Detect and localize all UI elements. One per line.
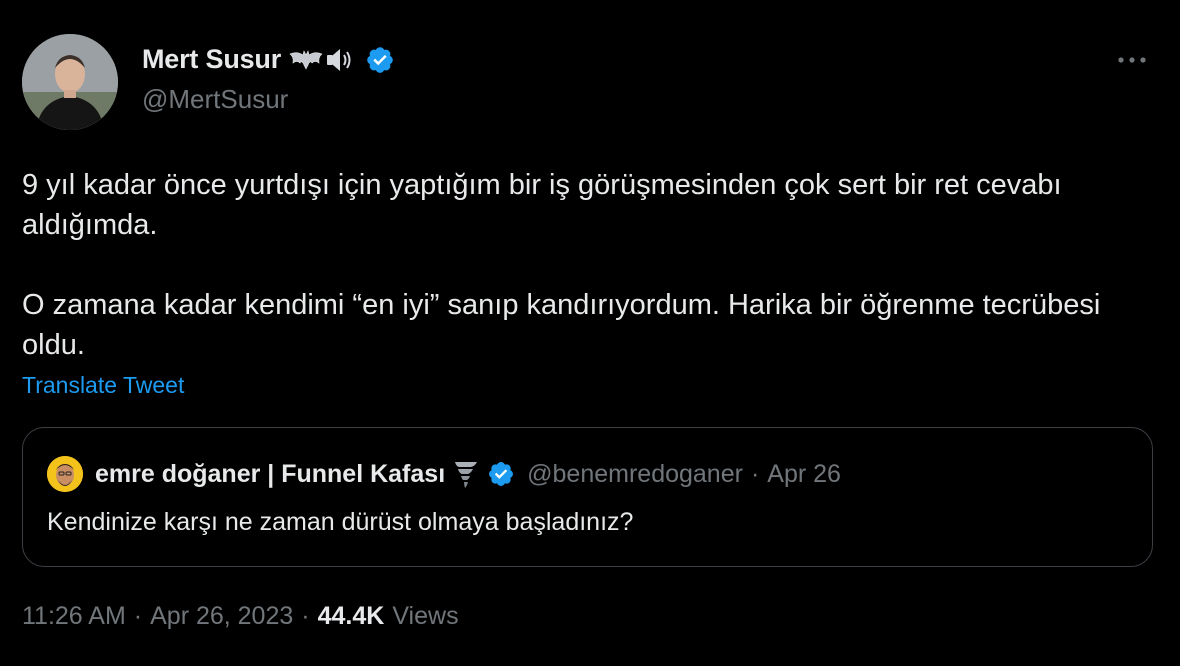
views-label: Views: [392, 602, 459, 630]
bat-icon: [289, 49, 323, 70]
verified-badge-icon[interactable]: [365, 45, 395, 75]
avatar-photo: [22, 34, 118, 130]
tweet-date[interactable]: Apr 26, 2023: [150, 602, 293, 631]
quoted-avatar-image: [47, 456, 83, 492]
meta-separator: ·: [133, 602, 143, 630]
tweet-paragraph: O zamana kadar kendimi “en iyi” sanıp ka…: [22, 289, 1101, 361]
views-count: 44.4K: [317, 602, 385, 630]
tweet-card: Mert Susur @MertSusur 9 yıl kadar önce y…: [0, 0, 1180, 666]
author-display-name[interactable]: Mert Susur: [142, 44, 281, 75]
quoted-tweet-header: emre doğaner | Funnel Kafası @benemredog…: [47, 456, 841, 492]
author-handle[interactable]: @MertSusur: [142, 84, 288, 115]
author-avatar[interactable]: [22, 34, 118, 130]
meta-separator: ·: [301, 602, 310, 630]
translate-tweet-link[interactable]: Translate Tweet: [22, 372, 184, 399]
tweet-paragraph: 9 yıl kadar önce yurtdışı için yaptığım …: [22, 169, 1062, 241]
tweet-text: 9 yıl kadar önce yurtdışı için yaptığım …: [22, 165, 1142, 365]
quoted-verified-badge-icon: [489, 462, 514, 486]
tweet-meta: 11:26 AM · Apr 26, 2023 · 44.4K Views: [22, 602, 459, 631]
quoted-tweet-text: Kendinize karşı ne zaman dürüst olmaya b…: [47, 508, 634, 536]
quoted-date: Apr 26: [767, 459, 841, 488]
author-name-emojis: [289, 46, 355, 74]
quoted-tweet[interactable]: emre doğaner | Funnel Kafası @benemredog…: [22, 427, 1153, 567]
tornado-icon: [455, 462, 478, 488]
speaker-icon: [327, 48, 351, 71]
more-dots-icon: [1118, 57, 1146, 63]
quoted-display-name: emre doğaner | Funnel Kafası: [95, 459, 446, 488]
tweet-time[interactable]: 11:26 AM: [22, 602, 126, 631]
quoted-separator: ·: [750, 459, 760, 488]
more-options-button[interactable]: [1114, 46, 1150, 74]
author-name-row: Mert Susur: [142, 44, 395, 75]
quoted-author-avatar: [47, 456, 83, 492]
quoted-handle: @benemredoganer: [527, 459, 743, 488]
